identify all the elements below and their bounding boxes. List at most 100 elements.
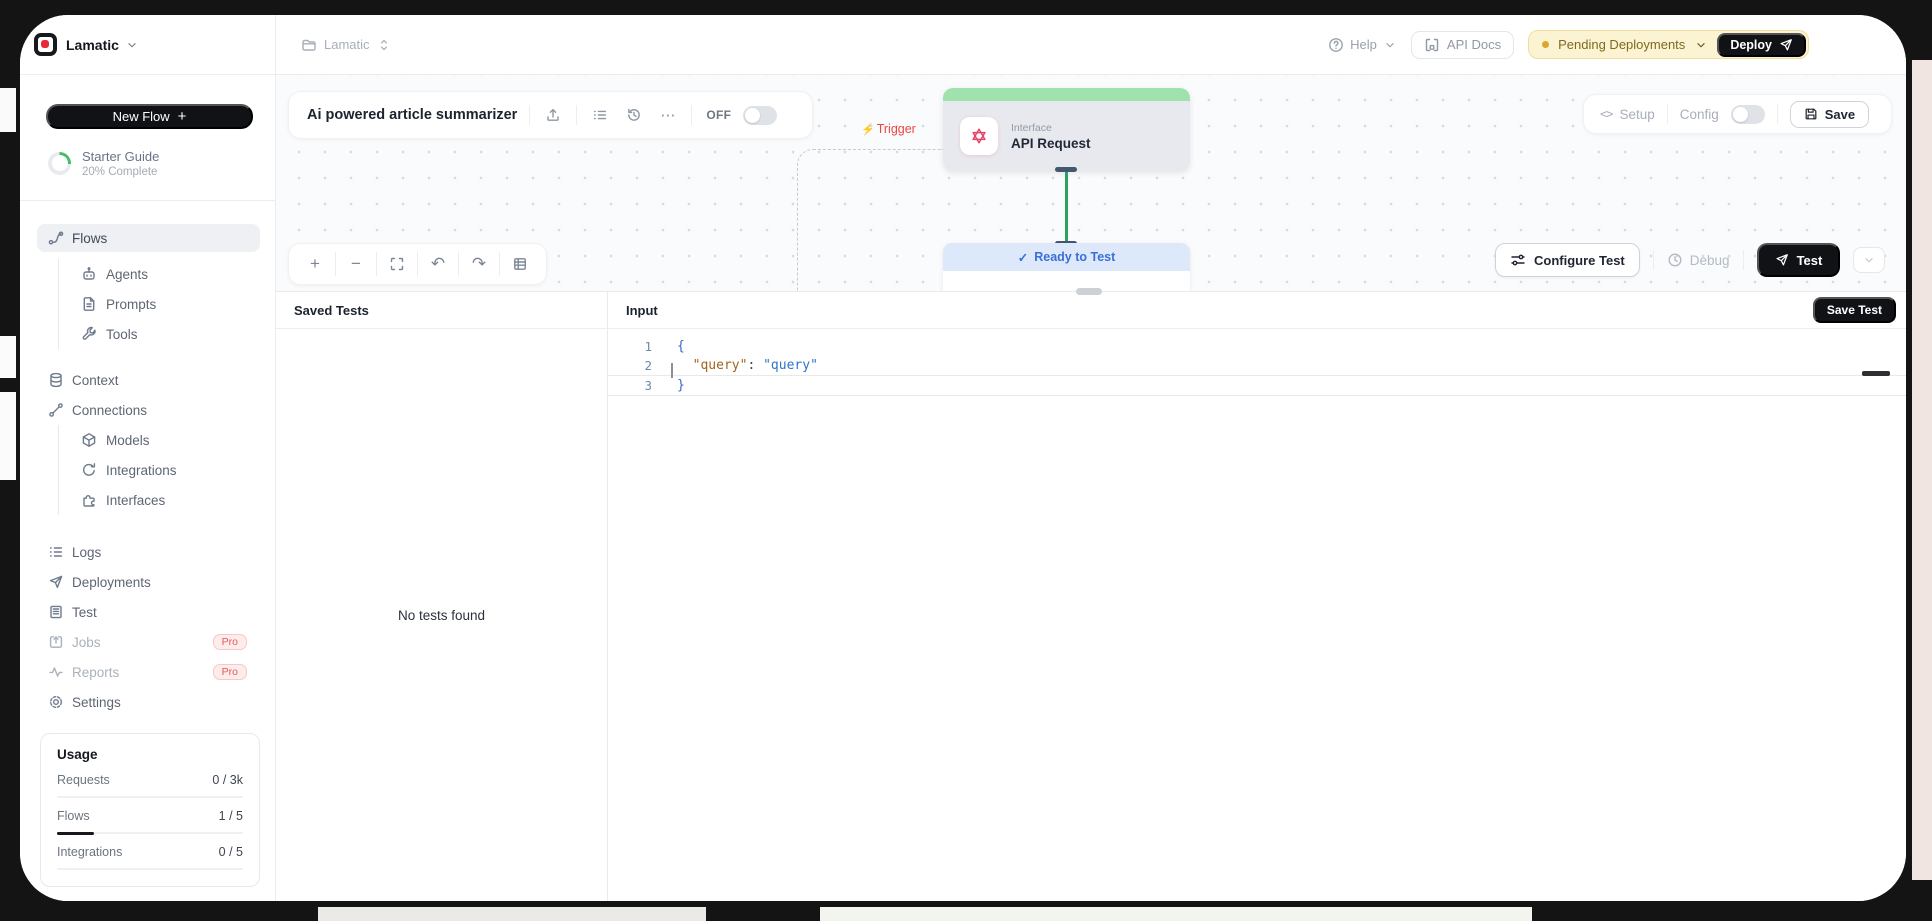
node-api-request[interactable]: Interface API Request: [943, 88, 1190, 171]
config-label: Config: [1680, 107, 1719, 122]
edge-handle-top[interactable]: [1055, 167, 1077, 172]
history-icon[interactable]: [623, 107, 645, 123]
sidebar-item-agents[interactable]: Agents: [59, 259, 275, 289]
deploy-button[interactable]: Deploy: [1717, 33, 1806, 57]
canvas-toolbar: + − ↶ ↷: [288, 243, 547, 285]
json-input-editor[interactable]: 1 { 2 "query": "query" 3 }: [608, 329, 1906, 901]
usage-label: Flows: [57, 809, 90, 823]
redo-button[interactable]: ↷: [459, 251, 499, 277]
test-button[interactable]: Test: [1757, 243, 1841, 277]
sidebar-item-integrations[interactable]: Integrations: [59, 455, 275, 485]
sidebar-item-context[interactable]: Context: [20, 365, 275, 395]
ready-label: Ready to Test: [1034, 250, 1115, 264]
sidebar-item-label: Context: [72, 373, 119, 388]
list-icon: [48, 544, 64, 560]
saved-tests-panel: Saved Tests No tests found: [276, 292, 608, 901]
starter-guide[interactable]: Starter Guide 20% Complete: [48, 147, 275, 179]
scrollbar-marker[interactable]: [1862, 371, 1890, 376]
code-token: {: [677, 339, 685, 354]
test-label: Test: [1797, 253, 1823, 268]
node-ready-to-test[interactable]: ✓ Ready to Test: [943, 243, 1190, 291]
save-test-button[interactable]: Save Test: [1813, 297, 1896, 323]
sidebar-item-label: Test: [72, 605, 97, 620]
bg-fragment: [318, 907, 706, 921]
breadcrumb[interactable]: Lamatic: [301, 37, 391, 53]
floppy-save-icon: [1804, 107, 1818, 121]
sidebar-item-models[interactable]: Models: [59, 425, 275, 455]
configure-test-button[interactable]: Configure Test: [1495, 243, 1640, 277]
save-button[interactable]: Save: [1790, 101, 1869, 128]
pending-deployments-dropdown[interactable]: Pending Deployments Deploy: [1528, 30, 1809, 59]
breadcrumb-label: Lamatic: [324, 37, 370, 52]
usage-value: 1 / 5: [219, 809, 243, 823]
test-panel: Saved Tests No tests found Input Save Te…: [276, 291, 1906, 901]
top-bar: Lamatic Lamatic Help: [20, 15, 1906, 75]
zoom-out-button[interactable]: −: [336, 251, 376, 277]
test-options-chevron-button[interactable]: [1853, 247, 1885, 273]
sidebar-item-logs[interactable]: Logs: [20, 537, 275, 567]
fit-view-button[interactable]: [377, 251, 417, 277]
sidebar-item-label: Flows: [72, 231, 107, 246]
input-header: Input: [626, 303, 658, 318]
sort-updown-icon[interactable]: [377, 38, 391, 52]
plus-icon: +: [178, 108, 187, 125]
main-area: ⚡ Trigger Ai powered article summarizer: [276, 75, 1906, 901]
sidebar-item-interfaces[interactable]: Interfaces: [59, 485, 275, 515]
more-ellipsis-icon[interactable]: ⋯: [657, 106, 679, 124]
app-shell: New Flow + Starter Guide 20% Complete Fl…: [20, 75, 1906, 901]
sidebar-item-jobs[interactable]: Jobs Pro: [20, 627, 275, 657]
versions-list-icon[interactable]: [589, 107, 611, 123]
database-icon: [48, 372, 64, 388]
usage-row-flows: Flows 1 / 5: [57, 809, 243, 834]
usage-card: Usage Requests 0 / 3k Flows 1 / 5: [40, 733, 260, 887]
share-upload-icon[interactable]: [542, 107, 564, 123]
new-flow-button[interactable]: New Flow +: [46, 104, 253, 129]
flow-status-label: OFF: [706, 108, 731, 122]
line-number: 3: [608, 378, 652, 393]
sidebar-item-connections[interactable]: Connections: [20, 395, 275, 425]
activity-icon: [48, 664, 64, 680]
usage-label: Integrations: [57, 845, 122, 859]
sidebar-item-flows[interactable]: Flows: [37, 224, 260, 252]
sidebar-item-label: Deployments: [72, 575, 151, 590]
bolt-icon: ⚡: [861, 123, 875, 136]
sidebar-item-settings[interactable]: Settings: [20, 687, 275, 717]
usage-value: 0 / 5: [219, 845, 243, 859]
workspace-switcher[interactable]: Lamatic: [20, 15, 276, 74]
sidebar-item-tools[interactable]: Tools: [59, 319, 275, 349]
progress-ring-icon: [48, 152, 71, 175]
flow-config-bar: <> Setup Config Save: [1583, 94, 1892, 134]
api-docs-button[interactable]: API Docs: [1411, 31, 1514, 59]
code-line[interactable]: 1 {: [608, 336, 1906, 356]
sidebar-item-test[interactable]: Test: [20, 597, 275, 627]
sidebar-item-prompts[interactable]: Prompts: [59, 289, 275, 319]
chevron-down-icon: [1383, 38, 1397, 52]
node-status-strip: [943, 88, 1190, 101]
code-line[interactable]: 3 }: [608, 376, 1906, 396]
sidebar-item-reports[interactable]: Reports Pro: [20, 657, 275, 687]
cube-icon: [81, 432, 97, 448]
flows-route-icon: [48, 230, 64, 246]
line-number: 2: [608, 358, 652, 373]
flow-enable-toggle[interactable]: [743, 106, 777, 125]
config-toggle[interactable]: [1731, 105, 1765, 124]
setup-button[interactable]: <> Setup: [1600, 107, 1655, 122]
flow-canvas[interactable]: ⚡ Trigger Ai powered article summarizer: [276, 75, 1906, 291]
usage-value: 0 / 3k: [212, 773, 243, 787]
trigger-label: ⚡ Trigger: [861, 122, 916, 136]
help-menu[interactable]: Help: [1328, 37, 1397, 53]
debug-button[interactable]: Debug: [1667, 252, 1730, 268]
undo-button[interactable]: ↶: [418, 251, 458, 277]
panel-drag-handle[interactable]: [1076, 288, 1102, 295]
gear-icon: [48, 694, 64, 710]
bg-fragment: [820, 907, 1532, 921]
code-line[interactable]: 2 "query": "query": [608, 356, 1906, 376]
zoom-in-button[interactable]: +: [295, 251, 335, 277]
sidebar-item-label: Logs: [72, 545, 101, 560]
notes-grid-icon[interactable]: [500, 251, 540, 277]
sidebar-item-deployments[interactable]: Deployments: [20, 567, 275, 597]
sidebar-item-label: Tools: [106, 327, 138, 342]
new-flow-label: New Flow: [113, 109, 170, 124]
sidebar-item-label: Models: [106, 433, 150, 448]
flow-title[interactable]: Ai powered article summarizer: [307, 107, 517, 123]
